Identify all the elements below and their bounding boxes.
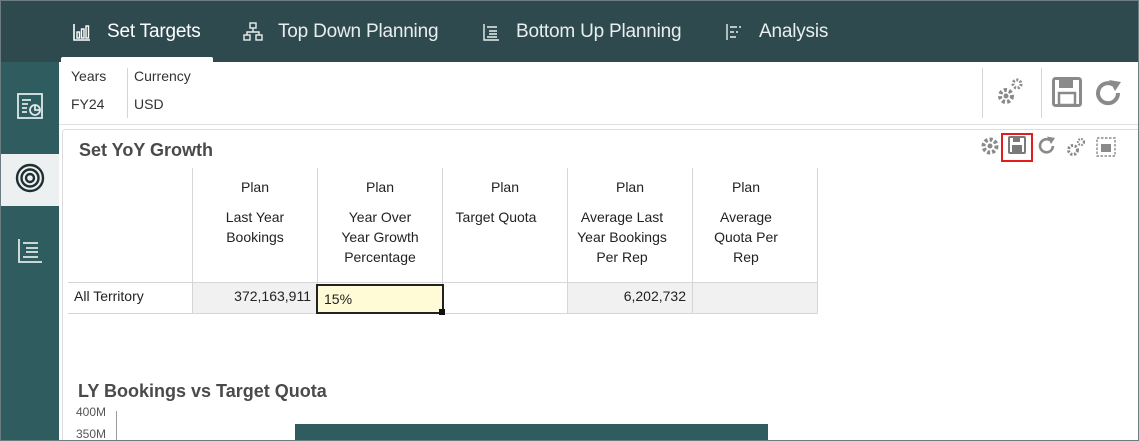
app-frame: Set Targets Top Down Planning Bottom Up … — [0, 0, 1139, 441]
column-header-top: Plan — [731, 179, 761, 195]
pov-years-label: Years — [71, 68, 107, 84]
pov-divider — [1041, 68, 1042, 118]
column-header[interactable]: Target Quota — [443, 207, 549, 227]
tab-label: Bottom Up Planning — [516, 20, 682, 42]
pov-currency-label: Currency — [134, 68, 191, 84]
maximize-icon[interactable] — [1096, 137, 1116, 162]
y-axis-tick-label: 400M — [76, 405, 107, 419]
column-header[interactable]: Average Quota Per Rep — [693, 207, 799, 267]
column-header[interactable]: Last Year Bookings — [193, 207, 317, 247]
left-sidebar — [1, 62, 59, 440]
save-icon[interactable] — [1052, 77, 1082, 112]
row-header[interactable]: All Territory — [74, 286, 192, 306]
pov-divider — [127, 68, 128, 118]
tab-label: Analysis — [759, 20, 829, 42]
pov-currency[interactable]: Currency USD — [134, 62, 214, 118]
target-icon — [15, 163, 45, 198]
pov-years[interactable]: Years FY24 — [71, 62, 127, 118]
y-axis-tick-label: 350M — [76, 427, 107, 441]
bar-chart-icon — [71, 21, 93, 43]
column-header-top: Plan — [365, 179, 395, 195]
tab-label: Top Down Planning — [278, 20, 439, 42]
panel-refresh-icon[interactable] — [1037, 136, 1057, 161]
panel-settings-gear-icon[interactable] — [980, 136, 1000, 161]
tab-top-down-planning[interactable]: Top Down Planning — [242, 1, 439, 62]
pov-years-value: FY24 — [71, 96, 105, 112]
pov-currency-value: USD — [134, 96, 164, 112]
analysis-icon — [723, 21, 745, 43]
hierarchy-icon — [242, 21, 264, 43]
page-actions-gear-icon[interactable] — [996, 76, 1024, 113]
column-header-top: Plan — [615, 179, 645, 195]
grid-cell-avg-ly-bookings[interactable]: 6,202,732 — [568, 283, 692, 313]
grid-cell-last-year-bookings[interactable]: 372,163,911 — [193, 283, 317, 313]
chart-bar — [295, 424, 768, 440]
refresh-icon[interactable] — [1094, 79, 1124, 112]
list-tree-icon — [480, 21, 502, 43]
top-navigation: Set Targets Top Down Planning Bottom Up … — [1, 1, 1138, 62]
grid-line — [817, 168, 818, 314]
pov-bar: Years FY24 Currency USD — [59, 62, 1138, 125]
sidebar-item-report[interactable] — [1, 82, 59, 134]
pov-divider — [982, 68, 983, 118]
column-header[interactable]: Average Last Year Bookings Per Rep — [568, 207, 676, 267]
panel-save-button[interactable] — [1001, 133, 1033, 162]
chart-title: LY Bookings vs Target Quota — [78, 381, 327, 401]
grid-cell-avg-quota[interactable] — [693, 283, 817, 313]
column-header-top: Plan — [490, 179, 520, 195]
tab-analysis[interactable]: Analysis — [723, 1, 828, 62]
column-header[interactable]: Year Over Year Growth Percentage — [318, 207, 442, 267]
panel-title: Set YoY Growth — [79, 140, 214, 160]
grid-cell-target-quota[interactable] — [443, 283, 567, 313]
column-header-top: Plan — [240, 179, 270, 195]
tab-bottom-up-planning[interactable]: Bottom Up Planning — [480, 1, 682, 62]
tab-set-targets[interactable]: Set Targets — [61, 1, 213, 62]
save-icon — [1008, 136, 1026, 159]
sidebar-item-hierarchy[interactable] — [1, 227, 59, 279]
tab-label: Set Targets — [107, 20, 201, 42]
report-icon — [16, 92, 44, 125]
y-axis-line — [116, 411, 117, 440]
hierarchy-list-icon — [16, 237, 44, 270]
grid-cell-yoy-growth-input[interactable]: 15% — [316, 284, 444, 314]
sidebar-item-targets[interactable] — [1, 154, 59, 206]
panel-actions-gear-icon[interactable] — [1065, 136, 1087, 163]
